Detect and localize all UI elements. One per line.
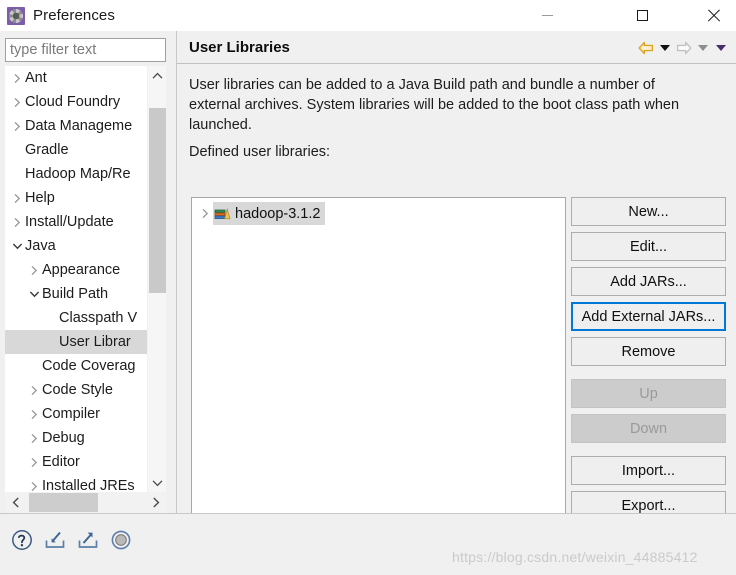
- chevron-right-icon[interactable]: [26, 409, 42, 420]
- user-libraries-panel: User Libraries User libraries can be add…: [176, 31, 736, 532]
- scroll-down-icon[interactable]: [148, 473, 167, 492]
- sidebar-item-installed-jres[interactable]: Installed JREs: [5, 474, 166, 492]
- sidebar-item-label: Classpath V: [59, 310, 138, 326]
- sidebar-item-code-style[interactable]: Code Style: [5, 378, 166, 402]
- sidebar-item-label: Debug: [42, 430, 85, 446]
- user-libraries-list[interactable]: hadoop-3.1.2: [191, 197, 566, 532]
- sidebar-item-label: Editor: [42, 454, 80, 470]
- import-button[interactable]: Import...: [571, 456, 726, 485]
- sidebar-item-label: Appearance: [42, 262, 121, 278]
- chevron-right-icon[interactable]: [9, 193, 25, 204]
- maximize-icon[interactable]: [619, 0, 665, 31]
- add-jars-button[interactable]: Add JARs...: [571, 267, 726, 296]
- chevron-right-icon[interactable]: [9, 73, 25, 84]
- library-actions: New... Edit... Add JARs... Add External JAR…: [571, 197, 726, 526]
- up-button: Up: [571, 379, 726, 408]
- preference-tree[interactable]: Ant Cloud Foundry Data Manageme Gradle Hadoo…: [5, 66, 166, 492]
- list-item[interactable]: hadoop-3.1.2: [196, 202, 326, 225]
- sidebar-item-gradle[interactable]: Gradle: [5, 138, 166, 162]
- scroll-left-icon[interactable]: [5, 492, 26, 513]
- sidebar-item-editor[interactable]: Editor: [5, 450, 166, 474]
- back-arrow-icon[interactable]: [638, 41, 654, 55]
- sidebar-item-ant[interactable]: Ant: [5, 66, 166, 90]
- chevron-down-icon[interactable]: [9, 242, 25, 250]
- footer-icons: [10, 528, 133, 552]
- close-icon[interactable]: [691, 0, 736, 31]
- down-button: Down: [571, 414, 726, 443]
- sidebar-item-label: Build Path: [42, 286, 109, 302]
- help-icon[interactable]: [10, 528, 34, 552]
- sidebar-item-label: Compiler: [42, 406, 101, 422]
- chevron-right-icon[interactable]: [26, 385, 42, 396]
- new-button[interactable]: New...: [571, 197, 726, 226]
- remove-button[interactable]: Remove: [571, 337, 726, 366]
- scroll-up-icon[interactable]: [148, 66, 167, 85]
- export-preferences-icon[interactable]: [76, 528, 100, 552]
- sidebar-item-code-coverag[interactable]: Code Coverag: [5, 354, 166, 378]
- sidebar-item-cloud-foundry[interactable]: Cloud Foundry: [5, 90, 166, 114]
- chevron-right-icon[interactable]: [196, 208, 213, 219]
- sidebar-item-debug[interactable]: Debug: [5, 426, 166, 450]
- sidebar-item-java[interactable]: Java: [5, 234, 166, 258]
- sidebar-item-help[interactable]: Help: [5, 186, 166, 210]
- tree-vertical-scrollbar[interactable]: [147, 66, 166, 492]
- sidebar-item-user-librar[interactable]: User Librar: [5, 330, 166, 354]
- back-dropdown-icon[interactable]: [658, 44, 672, 51]
- minimize-icon[interactable]: [524, 0, 570, 31]
- sidebar-item-label: Install/Update: [25, 214, 114, 230]
- restore-defaults-icon[interactable]: [109, 528, 133, 552]
- sidebar-item-label: Installed JREs: [42, 478, 135, 492]
- tree-horizontal-scrollbar[interactable]: [5, 492, 166, 513]
- sidebar-item-classpath-v[interactable]: Classpath V: [5, 306, 166, 330]
- chevron-right-icon[interactable]: [9, 217, 25, 228]
- sidebar-item-hadoop-map-re[interactable]: Hadoop Map/Re: [5, 162, 166, 186]
- list-item-label: hadoop-3.1.2: [235, 205, 321, 222]
- sidebar-item-label: Gradle: [25, 142, 69, 158]
- window-title: Preferences: [33, 7, 115, 24]
- sidebar-item-label: User Librar: [59, 334, 131, 350]
- chevron-right-icon[interactable]: [26, 457, 42, 468]
- sidebar-item-label: Java: [25, 238, 56, 254]
- library-books-icon: [214, 206, 231, 222]
- chevron-right-icon[interactable]: [26, 433, 42, 444]
- sidebar-item-build-path[interactable]: Build Path: [5, 282, 166, 306]
- sidebar-item-compiler[interactable]: Compiler: [5, 402, 166, 426]
- sidebar-item-label: Code Style: [42, 382, 113, 398]
- chevron-right-icon[interactable]: [9, 97, 25, 108]
- sidebar-item-install-update[interactable]: Install/Update: [5, 210, 166, 234]
- panel-description: User libraries can be added to a Java Bu…: [189, 77, 680, 133]
- panel-body: User libraries can be added to a Java Bu…: [177, 65, 736, 532]
- menu-dropdown-icon[interactable]: [714, 44, 728, 51]
- tree-scrollbar-thumb[interactable]: [149, 108, 166, 293]
- defined-libraries-label: Defined user libraries:: [189, 144, 331, 160]
- forward-dropdown-icon: [696, 44, 710, 51]
- preferences-gear-icon: [7, 6, 25, 25]
- import-preferences-icon[interactable]: [43, 528, 67, 552]
- page-title: User Libraries: [189, 38, 290, 56]
- sidebar-item-label: Hadoop Map/Re: [25, 166, 131, 182]
- sidebar-item-label: Cloud Foundry: [25, 94, 121, 110]
- sidebar-item-appearance[interactable]: Appearance: [5, 258, 166, 282]
- chevron-down-icon[interactable]: [26, 290, 42, 298]
- chevron-right-icon[interactable]: [9, 121, 25, 132]
- sidebar-item-label: Help: [25, 190, 55, 206]
- tree-hscrollbar-thumb[interactable]: [29, 493, 98, 512]
- chevron-right-icon[interactable]: [26, 265, 42, 276]
- scroll-right-icon[interactable]: [145, 492, 166, 513]
- chevron-right-icon[interactable]: [26, 481, 42, 492]
- sidebar-item-label: Code Coverag: [42, 358, 136, 374]
- add-external-jars-button[interactable]: Add External JARs...: [571, 302, 726, 331]
- panel-nav-icons: [638, 31, 728, 64]
- preferences-dialog: Preferences Ant Cloud Foundry Data Managem…: [0, 0, 736, 575]
- dialog-footer: Apply and Close Cancel: [0, 513, 736, 575]
- sidebar-item-data-manageme[interactable]: Data Manageme: [5, 114, 166, 138]
- sidebar-item-label: Ant: [25, 70, 47, 86]
- forward-arrow-icon: [676, 41, 692, 55]
- title-bar: Preferences: [0, 0, 736, 31]
- edit-button[interactable]: Edit...: [571, 232, 726, 261]
- sidebar-item-label: Data Manageme: [25, 118, 133, 134]
- panel-header: User Libraries: [177, 31, 736, 64]
- search-input[interactable]: [5, 38, 166, 62]
